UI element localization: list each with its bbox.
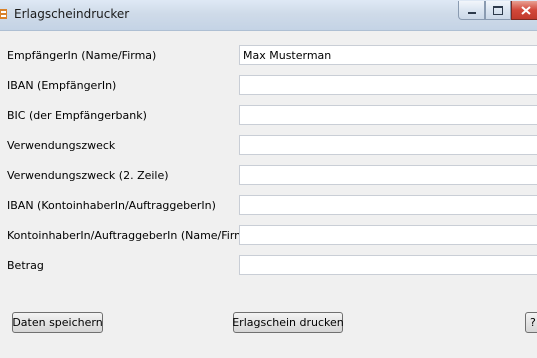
recipient-name-label: EmpfängerIn (Name/Firma) [7,49,157,62]
recipient-iban-input[interactable] [239,75,537,95]
minimize-icon [467,12,476,14]
bic-input[interactable] [239,105,537,125]
help-button[interactable]: ? [525,312,537,333]
amount-label: Betrag [7,259,44,272]
purpose-line2-input[interactable] [239,165,537,185]
recipient-iban-label: IBAN (EmpfängerIn) [7,79,117,92]
payer-iban-label: IBAN (KontoinhaberIn/AuftraggeberIn) [7,199,216,212]
payer-iban-input[interactable] [239,195,537,215]
maximize-button[interactable] [485,1,511,20]
app-window: Erlagscheindrucker EmpfängerIn (Name/Fir… [0,0,537,358]
close-button[interactable] [511,1,537,20]
purpose-line2-label: Verwendungszweck (2. Zeile) [7,169,169,182]
purpose-label: Verwendungszweck [7,139,116,152]
maximize-icon [493,5,503,15]
title-bar[interactable]: Erlagscheindrucker [0,0,537,31]
purpose-input[interactable] [239,135,537,155]
minimize-button[interactable] [458,1,485,20]
recipient-name-input[interactable] [239,45,537,65]
print-slip-button[interactable]: Erlagschein drucken [232,312,344,333]
payer-name-label: KontoinhaberIn/AuftraggeberIn (Name/Firm… [7,229,256,242]
window-title: Erlagscheindrucker [14,7,130,21]
payer-name-input[interactable] [239,225,537,245]
amount-input[interactable] [239,255,537,275]
app-icon [0,9,7,19]
close-icon [521,5,531,15]
save-data-button[interactable]: Daten speichern [12,312,103,333]
bic-label: BIC (der Empfängerbank) [7,109,147,122]
